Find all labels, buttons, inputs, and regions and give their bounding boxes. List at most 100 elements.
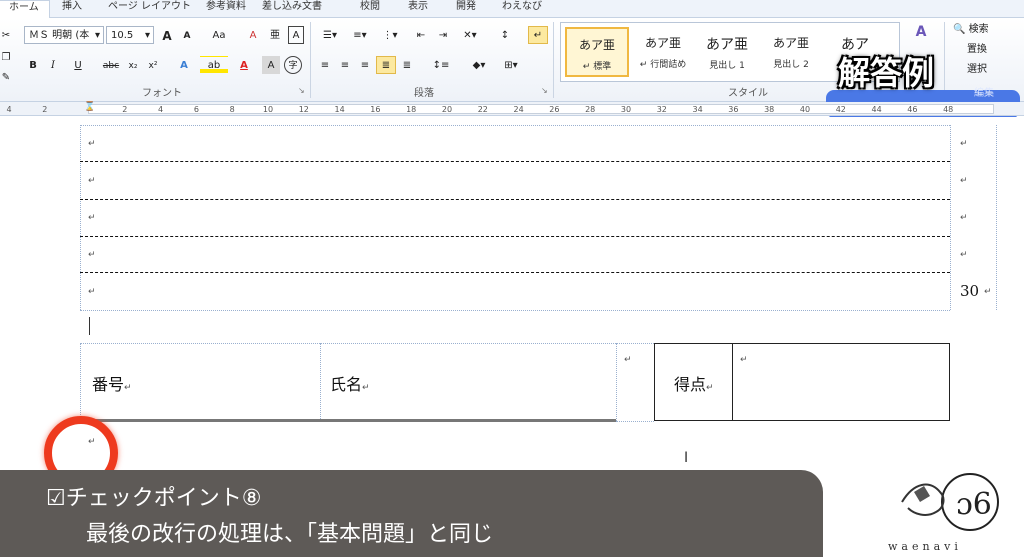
- char-border-button[interactable]: A: [288, 26, 304, 44]
- ibeam-cursor-icon: I: [684, 450, 689, 466]
- style-heading-1[interactable]: あア亜 見出し 1: [695, 27, 759, 77]
- ruler-number: 2: [42, 105, 48, 114]
- tab-developer[interactable]: 開発: [456, 0, 476, 18]
- horizontal-ruler[interactable]: 4 2 2 4 6 8 10 12 14 16 18 20 22 24 26 28 30 32 34 36 38 40 42…: [0, 102, 1024, 116]
- find-button[interactable]: 🔍 検索: [952, 20, 1022, 38]
- table-border: [950, 125, 951, 310]
- line-spacing-icon[interactable]: ↕≡: [428, 56, 454, 74]
- checkpoint-text: 最後の改行の処理は、「基本問題」と同じ: [86, 522, 494, 547]
- text-cursor: [89, 317, 90, 335]
- subscript-button[interactable]: x₂: [124, 56, 142, 74]
- grow-font-button[interactable]: A: [158, 26, 176, 44]
- underline-button[interactable]: U: [66, 56, 90, 74]
- ruler-number: 42: [835, 105, 846, 114]
- ruler-number: 16: [370, 105, 381, 114]
- tab-review[interactable]: 校閲: [360, 0, 380, 18]
- align-right-icon[interactable]: ≡: [356, 56, 374, 74]
- sort-icon[interactable]: ↕: [496, 26, 514, 44]
- ruler-number: 28: [585, 105, 596, 114]
- font-name-select[interactable]: ＭＳ 明朝 (本 ▾: [24, 26, 104, 44]
- paragraph-shading-icon[interactable]: ◆▾: [466, 56, 492, 74]
- group-divider: [553, 22, 554, 98]
- ruler-number: 48: [943, 105, 954, 114]
- highlight-button[interactable]: ab: [200, 56, 228, 74]
- tab-home[interactable]: ホーム: [0, 0, 50, 19]
- numbered-list-icon[interactable]: ≡▾: [346, 26, 374, 44]
- indent-marker-icon[interactable]: ⌛: [84, 102, 95, 112]
- ruler-number: 26: [549, 105, 560, 114]
- cell-end-mark: ↵: [624, 355, 632, 365]
- text-effect-button[interactable]: A: [172, 56, 196, 74]
- ruler-number: 4: [6, 105, 12, 114]
- shrink-font-button[interactable]: A: [178, 26, 196, 44]
- ruler-number: 36: [728, 105, 739, 114]
- superscript-button[interactable]: x²: [144, 56, 162, 74]
- bold-button[interactable]: B: [24, 56, 42, 74]
- change-styles-icon[interactable]: A: [908, 22, 934, 40]
- style-name-text: ↵ 行間詰め: [639, 60, 687, 70]
- find-icon: 🔍: [953, 24, 966, 35]
- table-border: [616, 343, 617, 421]
- name-label-text: 氏名: [330, 375, 363, 394]
- style-normal[interactable]: あア亜 ↵ 標準: [565, 27, 629, 77]
- ribbon: ✂ ❐ ✎ ＭＳ 明朝 (本 ▾ 10.5 ▾ A A Aa A 亜 A B I U…: [0, 18, 1024, 118]
- bullet-list-icon[interactable]: ☰▾: [316, 26, 344, 44]
- paragraph-group-label: 段落: [414, 88, 434, 99]
- cut-icon[interactable]: ✂: [0, 26, 12, 44]
- table-border: [80, 343, 654, 344]
- ruler-number: 24: [513, 105, 524, 114]
- style-heading-2[interactable]: あア亜 見出し 2: [759, 27, 823, 77]
- dialog-launcher-icon[interactable]: ↘: [541, 86, 548, 95]
- tab-waenavi[interactable]: わえなび: [502, 0, 542, 18]
- tab-view[interactable]: 表示: [408, 0, 428, 18]
- cell-end-mark: ↵: [740, 355, 748, 365]
- table-border: [320, 343, 321, 421]
- align-center-icon[interactable]: ≡: [336, 56, 354, 74]
- change-case-button[interactable]: Aa: [204, 26, 234, 44]
- table-row-line: [80, 125, 950, 126]
- select-button[interactable]: 選択: [966, 60, 1022, 78]
- font-color-button[interactable]: A: [232, 56, 256, 74]
- ruler-number: 22: [477, 105, 488, 114]
- align-left-icon[interactable]: ≡: [316, 56, 334, 74]
- group-divider: [310, 22, 311, 98]
- increase-indent-icon[interactable]: ⇥: [434, 26, 452, 44]
- tab-mailings[interactable]: 差し込み文書: [262, 0, 322, 18]
- show-marks-icon[interactable]: ↵: [528, 26, 548, 44]
- group-divider: [944, 22, 945, 98]
- dialog-launcher-icon[interactable]: ↘: [298, 86, 305, 95]
- overlay-title: 解答例: [838, 54, 935, 92]
- cell-end-mark: ↵: [88, 287, 96, 297]
- enclose-char-button[interactable]: 字: [284, 56, 302, 74]
- italic-button[interactable]: I: [44, 56, 62, 74]
- style-no-spacing[interactable]: あア亜 ↵ 行間詰め: [631, 27, 695, 77]
- style-name-text: 見出し 1: [709, 61, 745, 71]
- decrease-indent-icon[interactable]: ⇤: [412, 26, 430, 44]
- borders-icon[interactable]: ⊞▾: [498, 56, 524, 74]
- cell-end-mark: ↵: [124, 383, 132, 393]
- style-name-text: ↵ 標準: [582, 62, 612, 72]
- ruby-button[interactable]: 亜: [266, 26, 284, 44]
- name-label: 氏名↵: [330, 371, 370, 395]
- tab-references[interactable]: 参考資料: [206, 0, 246, 18]
- ribbon-tab-bar: ホーム 挿入 ページ レイアウト 参考資料 差し込み文書 校閲 表示 開発 わえ…: [0, 0, 1024, 19]
- format-painter-icon[interactable]: ✎: [0, 68, 12, 86]
- tab-page-layout[interactable]: ページ レイアウト: [108, 0, 191, 18]
- font-size-select[interactable]: 10.5 ▾: [106, 26, 154, 44]
- distribute-icon[interactable]: ≣: [398, 56, 416, 74]
- ruler-number: 8: [229, 105, 235, 114]
- replace-button[interactable]: 置換: [966, 40, 1022, 58]
- strikethrough-button[interactable]: abc: [100, 56, 122, 74]
- copy-icon[interactable]: ❐: [0, 48, 12, 66]
- asian-layout-icon[interactable]: ✕▾: [458, 26, 482, 44]
- tab-insert[interactable]: 挿入: [62, 0, 82, 18]
- char-shading-button[interactable]: A: [262, 56, 280, 74]
- editing-group-label: 編集: [974, 88, 994, 99]
- clear-format-button[interactable]: A: [244, 26, 262, 44]
- row-end-mark: ↵: [960, 213, 968, 223]
- justify-icon[interactable]: ≣: [376, 56, 396, 74]
- ruler-number: 32: [656, 105, 667, 114]
- multilevel-list-icon[interactable]: ⋮▾: [376, 26, 404, 44]
- brand-name: waenavi: [888, 540, 962, 553]
- table-row-line: [80, 236, 950, 237]
